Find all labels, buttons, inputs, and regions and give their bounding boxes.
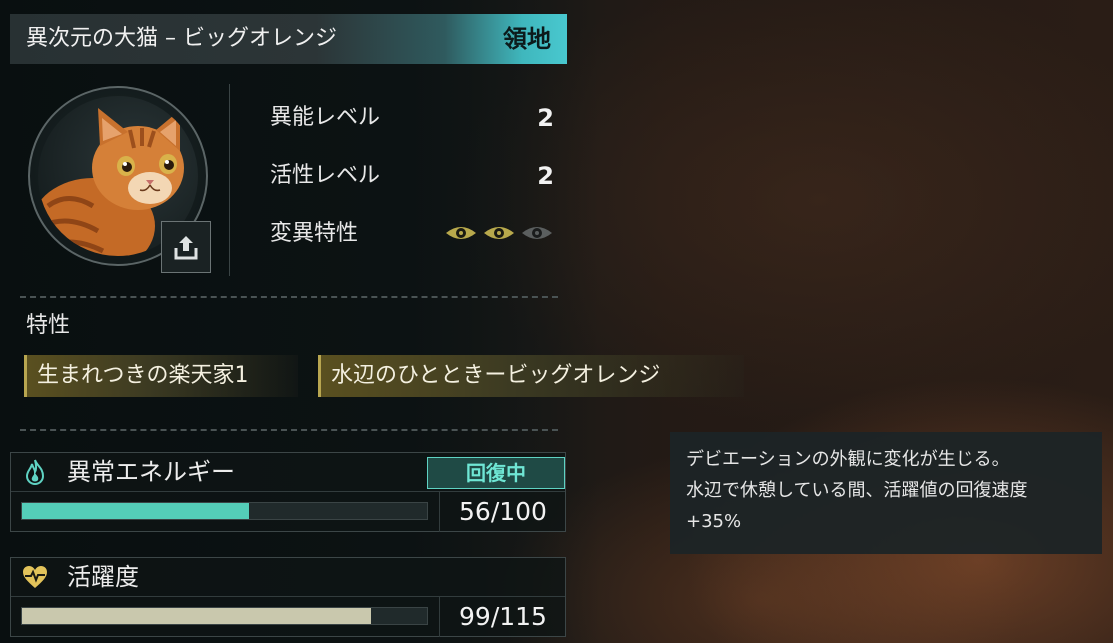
vitality-separator-vertical bbox=[439, 596, 440, 637]
tooltip-line: +35% bbox=[686, 511, 742, 532]
stat-value: 2 bbox=[537, 104, 554, 132]
vitality-panel: 活躍度 99/115 bbox=[10, 557, 566, 637]
portrait-divider bbox=[229, 84, 230, 276]
energy-bar-fill bbox=[22, 503, 249, 519]
share-button[interactable] bbox=[161, 221, 211, 273]
tooltip-line: デビエーションの外観に変化が生じる。 bbox=[686, 449, 1010, 470]
creature-name: 異次元の大猫 – ビッグオレンジ bbox=[26, 26, 337, 51]
eye-icon-inactive bbox=[522, 227, 552, 239]
title-bar: 異次元の大猫 – ビッグオレンジ 領地 bbox=[10, 14, 567, 64]
tooltip-line: 水辺で休憩している間、活躍値の回復速度 bbox=[686, 480, 1028, 501]
stat-activity-level: 活性レベル 2 bbox=[270, 156, 558, 196]
stat-mutation-traits[interactable]: 変異特性 bbox=[270, 214, 558, 254]
energy-bar bbox=[21, 502, 428, 520]
energy-panel: 異常エネルギー 回復中 56/100 bbox=[10, 452, 566, 532]
eye-icon-active bbox=[446, 227, 476, 239]
trait-tooltip: デビエーションの外観に変化が生じる。 水辺で休憩している間、活躍値の回復速度 +… bbox=[670, 432, 1102, 554]
heartbeat-icon bbox=[23, 566, 47, 588]
vitality-header: 活躍度 bbox=[11, 558, 567, 596]
vitality-bar bbox=[21, 607, 428, 625]
trait-badge-optimist[interactable]: 生まれつきの楽天家1 bbox=[24, 355, 298, 397]
eye-icon-active bbox=[484, 227, 514, 239]
recovering-badge: 回復中 bbox=[427, 457, 565, 489]
stat-value: 2 bbox=[537, 162, 554, 190]
stat-label: 活性レベル bbox=[270, 163, 381, 188]
energy-name: 異常エネルギー bbox=[67, 458, 235, 486]
stat-label: 変異特性 bbox=[270, 221, 359, 246]
flame-icon bbox=[25, 459, 45, 486]
stat-ability-level: 異能レベル 2 bbox=[270, 98, 558, 138]
stat-label: 異能レベル bbox=[270, 105, 381, 130]
vitality-name: 活躍度 bbox=[67, 563, 139, 591]
divider bbox=[20, 429, 558, 431]
traits-title: 特性 bbox=[26, 313, 71, 338]
divider bbox=[20, 296, 558, 298]
upload-icon bbox=[174, 236, 198, 260]
vitality-bar-fill bbox=[22, 608, 371, 624]
territory-tag: 領地 bbox=[503, 25, 551, 53]
mutation-eyes bbox=[444, 222, 554, 244]
trait-badge-waterside[interactable]: 水辺のひとときービッグオレンジ bbox=[318, 355, 744, 397]
vitality-value: 99/115 bbox=[459, 602, 547, 631]
energy-header: 異常エネルギー 回復中 bbox=[11, 453, 567, 491]
energy-separator-vertical bbox=[439, 491, 440, 532]
energy-value: 56/100 bbox=[459, 497, 547, 526]
